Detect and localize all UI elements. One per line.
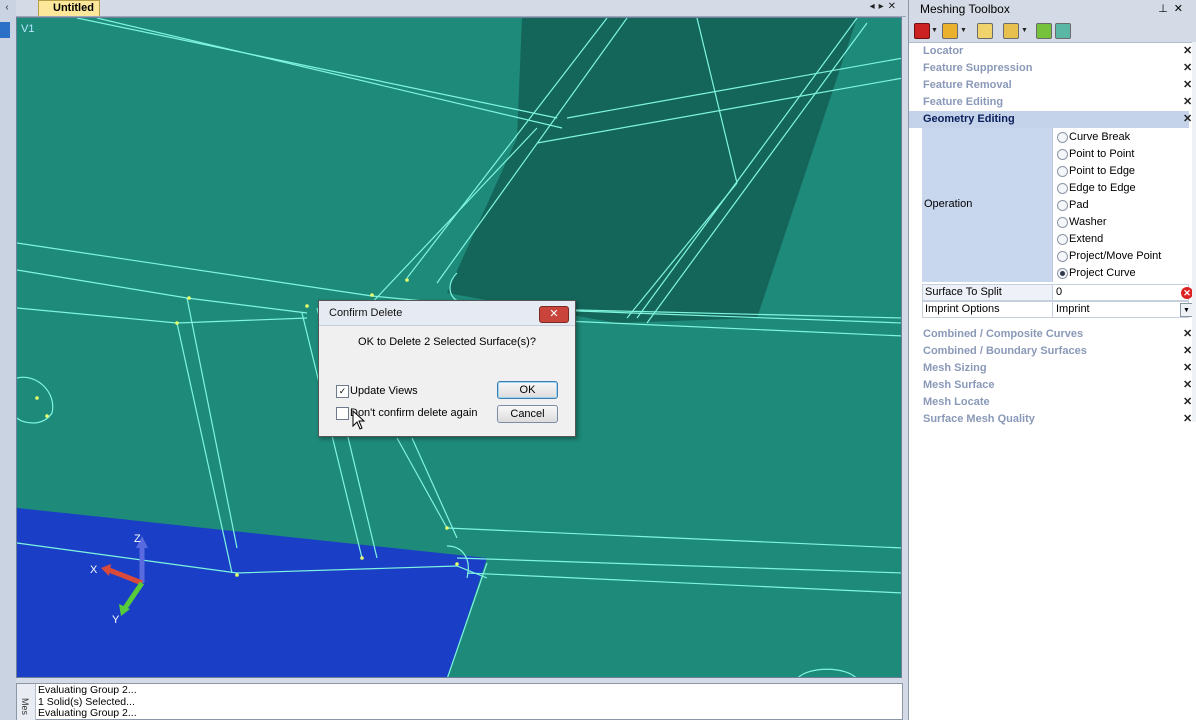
messages-tab[interactable]: Mes xyxy=(17,684,36,720)
imprint-options-select[interactable]: Imprint xyxy=(1053,301,1189,318)
toolbox-title-bar: Meshing Toolbox ⊥✕ xyxy=(909,0,1196,18)
section-feature-suppression[interactable]: Feature Suppression ✕ xyxy=(909,60,1193,77)
radio-button-icon xyxy=(1057,200,1068,211)
group-tool-icon[interactable] xyxy=(1003,23,1019,39)
section-feature-editing[interactable]: Feature Editing ✕ xyxy=(909,94,1193,111)
solid-icon[interactable] xyxy=(914,23,930,39)
dialog-title: Confirm Delete xyxy=(329,307,403,319)
dont-confirm-label[interactable]: Don't confirm delete again xyxy=(350,407,477,419)
close-icon: ✕ xyxy=(1183,328,1193,340)
radio-button-icon xyxy=(1057,217,1068,228)
messages-panel: Mes Evaluating Group 2... 1 Solid(s) Sel… xyxy=(16,683,903,720)
message-line: Evaluating Group 2... xyxy=(38,707,137,719)
section-locator[interactable]: Locator ✕ xyxy=(909,43,1193,60)
close-icon: ✕ xyxy=(1183,345,1193,357)
section-mesh-locate[interactable]: Mesh Locate ✕ xyxy=(909,394,1193,411)
close-icon: ✕ xyxy=(1183,113,1193,125)
close-icon: ✕ xyxy=(1183,62,1193,74)
operation-radio-list: Curve Break Point to Point Point to Edge… xyxy=(1052,128,1190,282)
copy-icon[interactable] xyxy=(977,23,993,39)
axis-y-label: Y xyxy=(112,614,120,626)
toolbox-pin-close-controls[interactable]: ⊥✕ xyxy=(1158,2,1189,15)
document-tab[interactable]: Untitled xyxy=(38,0,100,16)
radio-button-icon xyxy=(1057,251,1068,262)
toolbox-title: Meshing Toolbox xyxy=(920,2,1010,16)
axis-z-label: Z xyxy=(134,533,141,545)
surface-to-split-row[interactable]: Surface To Split 0 xyxy=(922,284,1189,301)
tab-navigation-controls[interactable]: ◂▸✕ xyxy=(870,1,900,12)
section-mesh-surface[interactable]: Mesh Surface ✕ xyxy=(909,377,1193,394)
section-mesh-sizing[interactable]: Mesh Sizing ✕ xyxy=(909,360,1193,377)
document-tab-bar: Untitled ◂▸✕ xyxy=(16,0,906,17)
radio-button-selected-icon xyxy=(1057,268,1068,279)
radio-button-icon xyxy=(1057,132,1068,143)
meshing-toolbox: Meshing Toolbox ⊥✕ ▼ ▼ ▼ Locator ✕ Featur… xyxy=(908,0,1196,720)
surface-to-split-value[interactable]: 0 xyxy=(1053,284,1189,301)
dropdown-arrow-icon[interactable]: ▼ xyxy=(960,27,967,34)
section-combined-composite-curves[interactable]: Combined / Composite Curves ✕ xyxy=(909,326,1193,343)
close-icon: ✕ xyxy=(1183,45,1193,57)
operation-label: Operation xyxy=(924,198,973,210)
section-surface-mesh-quality[interactable]: Surface Mesh Quality ✕ xyxy=(909,411,1193,428)
mouse-cursor-icon xyxy=(352,410,366,430)
radio-button-icon xyxy=(1057,183,1068,194)
section-feature-removal[interactable]: Feature Removal ✕ xyxy=(909,77,1193,94)
collapse-arrow-icon[interactable]: ‹ xyxy=(0,2,14,14)
toolbox-scrollbar[interactable] xyxy=(1192,42,1196,422)
section-geometry-editing[interactable]: Geometry Editing ✕ xyxy=(909,111,1193,128)
left-panel-tab[interactable] xyxy=(0,22,10,38)
axis-x-label: X xyxy=(90,564,98,576)
update-views-label[interactable]: Update Views xyxy=(350,385,418,397)
view-label: V1 xyxy=(21,23,35,35)
close-icon: ✕ xyxy=(1183,379,1193,391)
left-panel-strip: ‹ xyxy=(0,0,16,720)
radio-button-icon xyxy=(1057,149,1068,160)
message-line: Evaluating Group 2... xyxy=(38,684,137,696)
dont-confirm-checkbox[interactable] xyxy=(336,407,349,420)
ok-button[interactable]: OK xyxy=(497,381,558,399)
operation-group: Operation Curve Break Point to Point Poi… xyxy=(922,128,1190,282)
dropdown-arrow-icon[interactable]: ▼ xyxy=(1021,27,1028,34)
close-icon: ✕ xyxy=(1183,413,1193,425)
mesh-tool-icon[interactable] xyxy=(1036,23,1052,39)
close-icon: ✕ xyxy=(1183,396,1193,408)
toolbox-toolbar: ▼ ▼ ▼ xyxy=(909,18,1196,43)
dialog-title-bar[interactable]: Confirm Delete ✕ xyxy=(319,301,575,326)
mesh-action-icon[interactable] xyxy=(1055,23,1071,39)
dropdown-arrow-icon[interactable]: ▼ xyxy=(931,27,938,34)
radio-button-icon xyxy=(1057,234,1068,245)
imprint-options-row[interactable]: Imprint Options Imprint xyxy=(922,301,1189,318)
geometry-tool-icon[interactable] xyxy=(942,23,958,39)
section-combined-boundary-surfaces[interactable]: Combined / Boundary Surfaces ✕ xyxy=(909,343,1193,360)
messages-text: Evaluating Group 2... 1 Solid(s) Selecte… xyxy=(38,684,137,720)
imprint-options-label: Imprint Options xyxy=(922,301,1053,318)
close-icon: ✕ xyxy=(1183,362,1193,374)
cancel-button[interactable]: Cancel xyxy=(497,405,558,423)
update-views-checkbox[interactable]: ✓ xyxy=(336,385,349,398)
dialog-message: OK to Delete 2 Selected Surface(s)? xyxy=(358,336,536,348)
surface-to-split-label: Surface To Split xyxy=(922,284,1053,301)
dialog-close-button[interactable]: ✕ xyxy=(539,306,569,323)
radio-button-icon xyxy=(1057,166,1068,177)
close-icon: ✕ xyxy=(1183,79,1193,91)
close-icon: ✕ xyxy=(1183,96,1193,108)
